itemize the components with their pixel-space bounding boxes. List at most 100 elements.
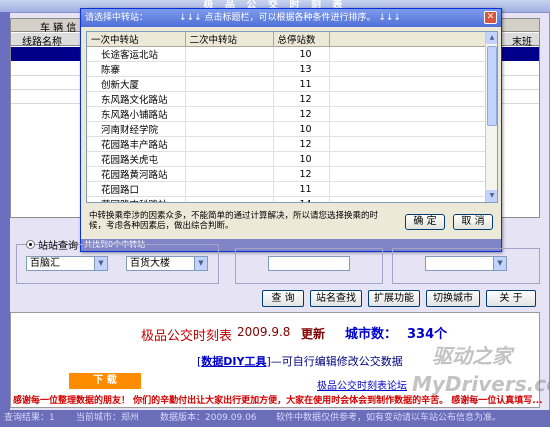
transfer-empty-cell bbox=[329, 121, 490, 137]
transfer-first-cell: 长途客运北站 bbox=[87, 46, 186, 62]
transfer-empty-cell bbox=[329, 151, 490, 167]
transfer-first-cell: 陈寨 bbox=[87, 61, 186, 77]
cancel-button[interactable]: 取 消 bbox=[453, 214, 493, 230]
dialog-title-bar: 请选择中转站： ↓↓↓ 点击标题栏，可以根据各种条件进行排序。 ↓↓↓ ✕ bbox=[81, 9, 501, 27]
watermark: 驱动之家 MyDrivers.com bbox=[410, 340, 550, 410]
chevron-down-icon[interactable]: ▼ bbox=[94, 257, 107, 270]
watermark-line1: 驱动之家 bbox=[432, 344, 512, 368]
transfer-stops-cell: 12 bbox=[273, 136, 330, 152]
diy-tool-suffix: ]—可自行编辑修改公交数据 bbox=[266, 355, 403, 368]
transfer-stops-cell: 11 bbox=[273, 76, 330, 92]
switch-city-button[interactable]: 切换城市 bbox=[426, 290, 480, 307]
transfer-empty-cell bbox=[329, 166, 490, 182]
column-first-transfer[interactable]: 一次中转站 bbox=[87, 32, 186, 47]
close-icon[interactable]: ✕ bbox=[484, 11, 497, 24]
transfer-row[interactable]: 花园路口 11 bbox=[87, 181, 490, 197]
query-button[interactable]: 查 询 bbox=[262, 290, 304, 307]
column-last-bus[interactable]: 末班 bbox=[512, 33, 532, 48]
transfer-second-cell bbox=[185, 181, 274, 197]
transfer-second-cell bbox=[185, 106, 274, 122]
column-second-transfer[interactable]: 二次中转站 bbox=[185, 32, 274, 47]
column-empty bbox=[329, 32, 490, 47]
transfer-row[interactable]: 东风路文化路站 12 bbox=[87, 91, 490, 107]
transfer-second-cell bbox=[185, 91, 274, 107]
dialog-title: 请选择中转站： bbox=[85, 13, 149, 23]
about-button[interactable]: 关 于 bbox=[486, 290, 536, 307]
transfer-empty-cell bbox=[329, 61, 490, 77]
transfer-row[interactable]: 河南财经学院 10 bbox=[87, 121, 490, 137]
transfer-empty-cell bbox=[329, 106, 490, 122]
transfer-second-cell bbox=[185, 136, 274, 152]
chevron-down-icon[interactable]: ▼ bbox=[194, 257, 207, 270]
radio-icon[interactable] bbox=[26, 240, 35, 249]
diy-tool-link[interactable]: 数据DIY工具 bbox=[201, 355, 266, 368]
option-select[interactable]: ▼ bbox=[425, 256, 507, 271]
ok-button[interactable]: 确 定 bbox=[405, 214, 445, 230]
forum-link[interactable]: 极品公交时刻表论坛 bbox=[317, 377, 407, 392]
transfer-stops-cell: 10 bbox=[273, 46, 330, 62]
transfer-row[interactable]: 陈寨 13 bbox=[87, 61, 490, 77]
from-station-value: 百脑汇 bbox=[30, 258, 60, 269]
watermark-line2: MyDrivers.com bbox=[412, 372, 550, 396]
column-line-name[interactable]: 线路名称 bbox=[22, 33, 62, 48]
scroll-thumb[interactable] bbox=[487, 46, 497, 126]
diy-tool-line: [数据DIY工具]—可自行编辑修改公交数据 bbox=[197, 353, 403, 369]
transfer-stops-cell: 12 bbox=[273, 106, 330, 122]
transfer-empty-cell bbox=[329, 46, 490, 62]
transfer-row[interactable]: 花园路丰产路站 12 bbox=[87, 136, 490, 152]
transfer-first-cell: 河南财经学院 bbox=[87, 121, 186, 137]
version-label: 2009.9.8 bbox=[237, 325, 291, 339]
transfer-stops-cell: 12 bbox=[273, 166, 330, 182]
transfer-first-cell: 花园路丰产路站 bbox=[87, 136, 186, 152]
to-station-select[interactable]: 百货大楼 ▼ bbox=[126, 256, 208, 271]
scroll-down-icon[interactable]: ▼ bbox=[486, 190, 497, 202]
transfer-second-cell bbox=[185, 151, 274, 167]
dialog-note: 中转换乘牵涉的因素众多，不能简单的通过计算解决，所以请您选择换乘的时候，考虑各种… bbox=[89, 211, 379, 231]
status-disclaimer: 软件中数据仅供参考，如有变动请以车站公布信息为准。 bbox=[276, 413, 502, 423]
transfer-row[interactable]: 花园路黄河路站 12 bbox=[87, 166, 490, 182]
chevron-down-icon[interactable]: ▼ bbox=[493, 257, 506, 270]
status-data-version: 数据版本：2009.09.06 bbox=[160, 413, 257, 423]
transfer-second-cell bbox=[185, 121, 274, 137]
transfer-row[interactable]: 东风路小铺路站 12 bbox=[87, 106, 490, 122]
station-query-option[interactable]: 站站查询 bbox=[26, 237, 78, 252]
transfer-stops-cell: 11 bbox=[273, 181, 330, 197]
transfer-stops-cell: 12 bbox=[273, 91, 330, 107]
grid-header-label: 车 辆 信 bbox=[40, 23, 77, 34]
transfer-empty-cell bbox=[329, 196, 490, 202]
transfer-stops-cell: 10 bbox=[273, 151, 330, 167]
transfer-first-cell: 创新大厦 bbox=[87, 76, 186, 92]
transfer-stops-cell: 13 bbox=[273, 61, 330, 77]
transfer-row[interactable]: 花园路农科路站 14 bbox=[87, 196, 490, 202]
transfer-first-cell: 花园路口 bbox=[87, 181, 186, 197]
scrollbar[interactable]: ▲ ▼ bbox=[485, 32, 497, 202]
transfer-first-cell: 花园路黄河路站 bbox=[87, 166, 186, 182]
transfer-grid[interactable]: 一次中转站 二次中转站 总停站数 长途客运北站 10 陈寨 13 创新大厦 11 东风路文化… bbox=[86, 31, 498, 203]
transfer-row[interactable]: 创新大厦 11 bbox=[87, 76, 490, 92]
station-query-label[interactable]: 站站查询 bbox=[38, 237, 78, 252]
text-input[interactable] bbox=[268, 256, 350, 271]
transfer-second-cell bbox=[185, 61, 274, 77]
transfer-first-cell: 东风路小铺路站 bbox=[87, 106, 186, 122]
column-total-stops[interactable]: 总停站数 bbox=[273, 32, 330, 47]
transfer-empty-cell bbox=[329, 91, 490, 107]
transfer-second-cell bbox=[185, 76, 274, 92]
transfer-first-cell: 花园路农科路站 bbox=[87, 196, 186, 202]
station-search-button[interactable]: 站名查找 bbox=[310, 290, 362, 307]
transfer-first-cell: 花园路关虎屯 bbox=[87, 151, 186, 167]
extend-button[interactable]: 扩展功能 bbox=[368, 290, 420, 307]
left-strip bbox=[0, 12, 10, 427]
update-label: 更新 bbox=[301, 327, 326, 341]
transfer-row[interactable]: 长途客运北站 10 bbox=[87, 46, 490, 62]
transfer-stops-cell: 10 bbox=[273, 121, 330, 137]
transfer-row[interactable]: 花园路关虎屯 10 bbox=[87, 151, 490, 167]
to-station-value: 百货大楼 bbox=[130, 258, 170, 269]
status-city: 当前城市：郑州 bbox=[76, 413, 140, 423]
transfer-empty-cell bbox=[329, 181, 490, 197]
scroll-up-icon[interactable]: ▲ bbox=[486, 32, 497, 44]
transfer-second-cell bbox=[185, 196, 274, 202]
transfer-second-cell bbox=[185, 46, 274, 62]
download-button[interactable]: 下 载 bbox=[69, 373, 141, 389]
from-station-select[interactable]: 百脑汇 ▼ bbox=[26, 256, 108, 271]
city-count-label: 城市数： bbox=[345, 327, 398, 342]
